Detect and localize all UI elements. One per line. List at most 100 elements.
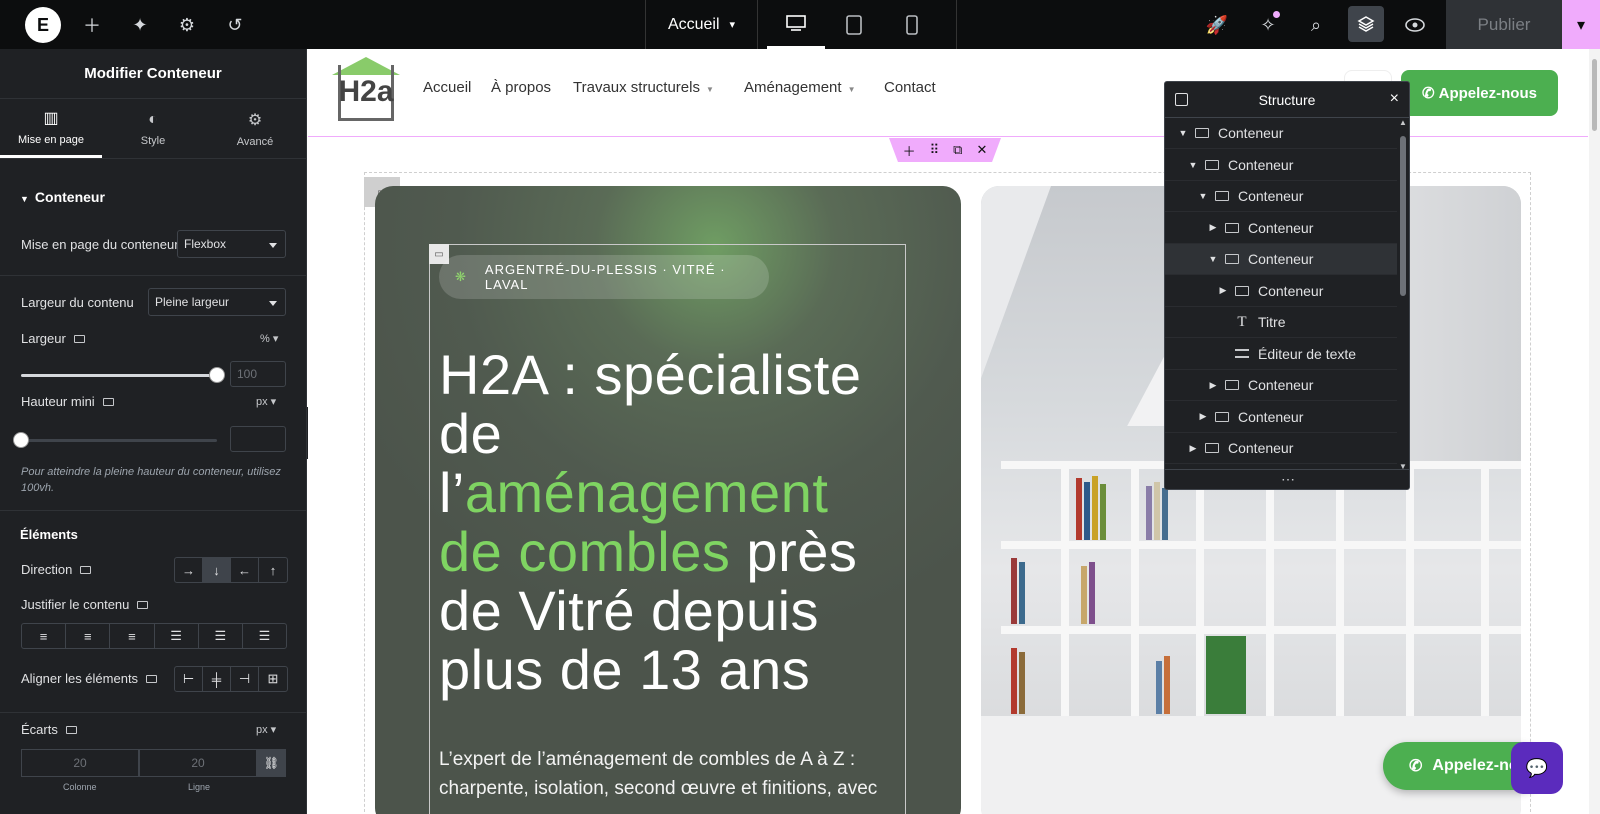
structure-scrollbar[interactable]: ▲ ▼ [1397,118,1409,471]
section-toggle-conteneur[interactable]: ▼ Conteneur [20,189,105,205]
elementor-logo[interactable]: E [25,7,61,43]
min-height-unit-select[interactable]: px ▾ [256,395,276,408]
scroll-up-icon[interactable]: ▲ [1399,118,1407,127]
add-element-icon[interactable]: ＋ [80,13,104,37]
caret-right-icon[interactable]: ▶ [1217,285,1229,296]
delete-icon[interactable]: ✕ [976,142,987,158]
caret-down-icon[interactable]: ▼ [1177,128,1189,138]
container-icon [1205,159,1219,170]
canvas-scrollbar-thumb[interactable] [1592,59,1597,131]
hero-lead-text[interactable]: L’expert de l’aménagement de combles de … [439,745,899,803]
structure-layers-icon[interactable] [1348,6,1384,42]
width-slider-handle[interactable] [209,367,225,383]
drag-handle-icon[interactable]: ⠿ [930,142,940,158]
nav-label: À propos [491,79,552,96]
structure-resize-handle[interactable]: ⋯ [1165,469,1409,489]
structure-layout-icon[interactable] [1175,93,1188,106]
add-icon[interactable]: ＋ [903,141,916,160]
align-end-icon[interactable]: ⊣ [231,667,259,691]
chat-widget-icon[interactable]: 💬 [1511,742,1563,794]
ai-sparkle-icon[interactable]: ✦ [128,13,152,37]
page-settings-icon[interactable]: ⚙ [175,13,199,37]
align-center-icon[interactable]: ╪ [203,667,231,691]
structure-item[interactable]: ▶ Conteneur [1165,213,1397,244]
gap-row-input[interactable]: 20 [139,749,257,777]
close-icon[interactable]: × [1390,90,1399,108]
structure-item[interactable]: T Titre [1165,307,1397,338]
publish-options-chevron-icon[interactable]: ▾ [1562,0,1600,49]
justify-buttons: ≡ ≡ ≡ ☰ ☰ ☰ [21,623,287,649]
gap-column-input[interactable]: 20 [21,749,139,777]
min-height-slider-track[interactable] [21,439,217,442]
rocket-icon[interactable]: 🚀 [1205,13,1229,37]
publish-button[interactable]: Publier [1446,0,1562,49]
structure-item[interactable]: ▼ Conteneur [1165,244,1397,275]
caret-down-icon[interactable]: ▼ [1187,160,1199,170]
site-logo[interactable]: H2a [338,65,394,121]
tablet-view-button[interactable] [825,0,883,49]
nav-accueil[interactable]: Accueil [423,79,471,96]
responsive-bar: Accueil ▾ [645,0,957,49]
structure-item[interactable]: ▶ Conteneur [1165,402,1397,433]
justify-space-between-icon[interactable]: ☰ [155,624,199,648]
arrow-left-icon[interactable]: ← [231,558,259,582]
nav-travaux-structurels[interactable]: Travaux structurels ▼ [573,79,714,96]
preview-eye-icon[interactable] [1403,13,1427,37]
min-height-slider-handle[interactable] [13,432,29,448]
panel-title: Modifier Conteneur [0,49,306,99]
structure-item[interactable]: ▼ Conteneur [1165,150,1397,181]
history-icon[interactable]: ↺ [223,13,247,37]
duplicate-icon[interactable]: ⧉ [953,142,962,158]
tab-style[interactable]: ◐ Style [102,99,204,158]
justify-start-icon[interactable]: ≡ [22,624,67,648]
justify-space-around-icon[interactable]: ☰ [199,624,243,648]
align-stretch-icon[interactable]: ⊞ [259,667,287,691]
structure-item[interactable]: ▶ Conteneur [1165,433,1397,464]
caret-right-icon[interactable]: ▶ [1187,443,1199,454]
width-unit-select[interactable]: % ▾ [260,332,278,345]
nav-contact[interactable]: Contact [884,79,936,96]
hero-heading[interactable]: H2A : spécialiste de l’aménagement de co… [439,345,899,699]
arrow-down-icon[interactable]: ↓ [203,558,231,582]
width-input[interactable]: 100 [230,361,286,387]
mobile-view-button[interactable] [883,0,941,49]
structure-item[interactable]: Éditeur de texte [1165,339,1397,370]
caret-down-icon[interactable]: ▼ [1207,254,1219,264]
structure-scrollbar-thumb[interactable] [1400,136,1406,296]
caret-right-icon[interactable]: ▶ [1207,222,1219,233]
arrow-right-icon[interactable]: → [175,558,203,582]
min-height-input[interactable] [230,426,286,452]
desktop-view-button[interactable] [767,0,825,49]
content-width-select[interactable]: Pleine largeur [148,288,286,316]
justify-space-evenly-icon[interactable]: ☰ [243,624,286,648]
search-icon[interactable]: ⌕ [1304,13,1328,37]
content-width-label: Largeur du contenu [21,295,134,310]
caret-down-icon: ▼ [20,194,29,204]
align-start-icon[interactable]: ⊢ [175,667,203,691]
nav-label: Contact [884,79,936,96]
structure-item[interactable]: ▼ Conteneur [1165,181,1397,212]
notifications-icon[interactable]: ✧ [1256,11,1280,37]
nav-amenagement[interactable]: Aménagement ▼ [744,79,855,96]
width-slider-track[interactable] [21,374,217,377]
structure-title: Structure [1258,91,1316,108]
canvas-scrollbar[interactable] [1589,49,1600,814]
call-us-button[interactable]: ✆ Appelez-nous [1401,70,1558,116]
tab-layout[interactable]: ▥ Mise en page [0,99,102,158]
justify-center-icon[interactable]: ≡ [66,624,111,648]
justify-end-icon[interactable]: ≡ [110,624,155,648]
caret-right-icon[interactable]: ▶ [1197,411,1209,422]
structure-item[interactable]: ▶ Conteneur [1165,370,1397,401]
nav-a-propos[interactable]: À propos [491,79,551,96]
arrow-up-icon[interactable]: ↑ [259,558,287,582]
structure-item[interactable]: ▶ Conteneur [1165,276,1397,307]
caret-right-icon[interactable]: ▶ [1207,380,1219,391]
link-gaps-icon[interactable]: ⛓ [257,749,286,777]
structure-item[interactable]: ▼ Conteneur [1165,118,1397,149]
layout-select[interactable]: Flexbox [177,230,286,258]
page-selector[interactable]: Accueil ▾ [646,0,758,49]
tab-advanced[interactable]: ⚙ Avancé [204,99,306,158]
gaps-unit-select[interactable]: px ▾ [256,723,276,736]
caret-down-icon[interactable]: ▼ [1197,191,1209,201]
align-label-row: Aligner les éléments [21,671,158,686]
